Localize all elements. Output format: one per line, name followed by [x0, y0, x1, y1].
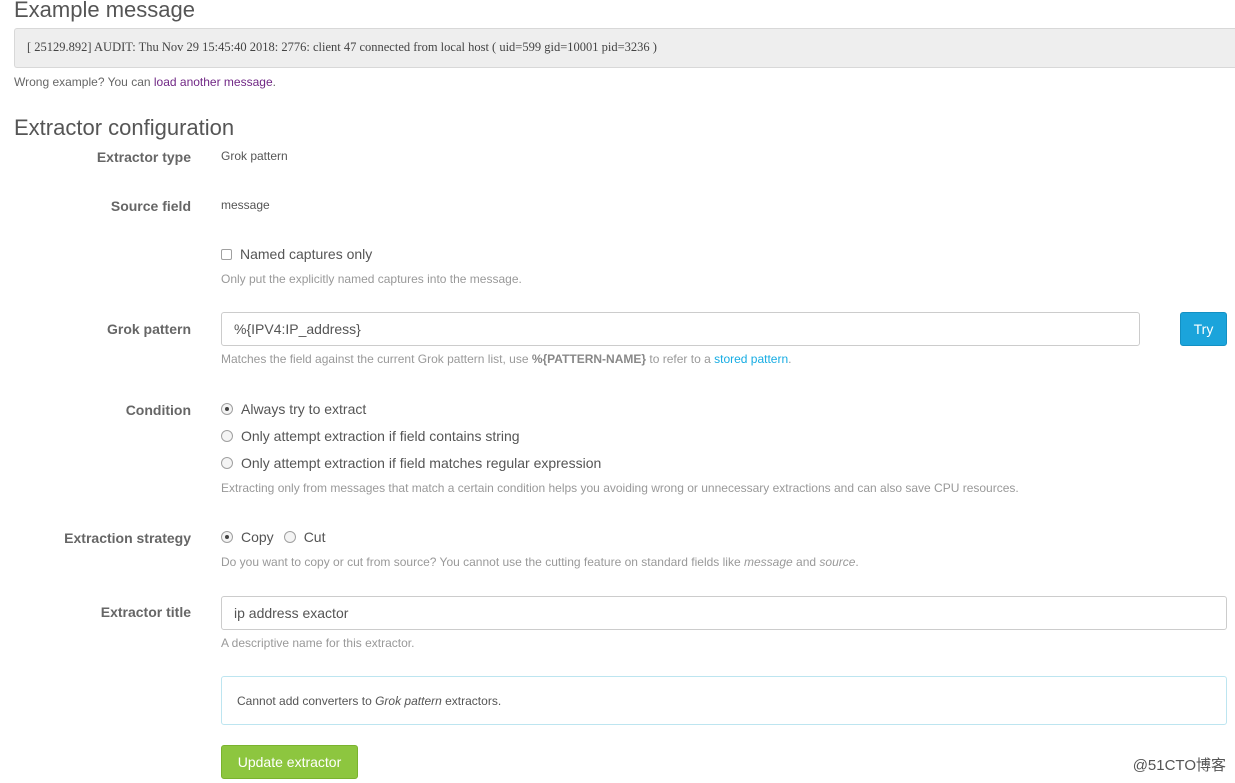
condition-option-regex[interactable]: Only attempt extraction if field matches… [221, 455, 601, 471]
grok-pattern-input[interactable] [221, 312, 1140, 346]
condition-help: Extracting only from messages that match… [221, 481, 1019, 495]
example-message-heading: Example message [14, 0, 195, 22]
condition-option-label: Only attempt extraction if field matches… [241, 455, 602, 471]
condition-radio-contains[interactable] [221, 430, 233, 442]
strategy-help-prefix: Do you want to copy or cut from source? … [221, 555, 744, 569]
source-field-value: message [221, 198, 270, 212]
named-captures-label: Named captures only [240, 246, 373, 262]
strategy-help-and: and [792, 555, 820, 569]
named-captures-checkbox[interactable] [221, 248, 232, 260]
strategy-radio-cut[interactable] [283, 531, 296, 543]
extractor-configuration-heading: Extractor configuration [14, 115, 235, 140]
strategy-help: Do you want to copy or cut from source? … [221, 555, 859, 569]
grok-pattern-help: Matches the field against the current Gr… [221, 352, 792, 366]
condition-option-always[interactable]: Always try to extract [221, 401, 366, 417]
strategy-help-message: message [743, 555, 793, 569]
condition-option-label: Only attempt extraction if field contain… [241, 428, 520, 444]
condition-radio-always[interactable] [221, 403, 233, 415]
extractor-title-help: A descriptive name for this extractor. [221, 636, 415, 650]
converters-notice-type: Grok pattern [375, 694, 442, 708]
named-captures-option[interactable]: Named captures only [221, 246, 372, 262]
grok-help-suffix: . [788, 352, 792, 366]
load-another-message-link[interactable]: load another message [154, 75, 273, 89]
extraction-strategy-label: Extraction strategy [64, 530, 191, 546]
extractor-title-label: Extractor title [100, 604, 191, 620]
condition-option-label: Always try to extract [241, 401, 367, 417]
strategy-option-cut-label: Cut [303, 529, 326, 545]
wrong-example-suffix: . [272, 75, 276, 89]
grok-help-pattern-name: %{PATTERN-NAME} [531, 352, 647, 366]
grok-help-prefix: Matches the field against the current Gr… [221, 352, 532, 366]
strategy-option-copy-label: Copy [241, 529, 274, 545]
stored-pattern-link[interactable]: stored pattern [714, 352, 788, 366]
update-extractor-button[interactable]: Update extractor [221, 745, 358, 779]
converters-notice: Cannot add converters to Grok pattern ex… [221, 676, 1227, 725]
condition-option-contains[interactable]: Only attempt extraction if field contain… [221, 428, 520, 444]
grok-pattern-label: Grok pattern [106, 321, 191, 337]
converters-notice-prefix: Cannot add converters to [237, 694, 376, 708]
strategy-options: Copy Cut [221, 529, 325, 545]
wrong-example-text: Wrong example? You can load another mess… [14, 75, 276, 89]
strategy-help-suffix: . [855, 555, 859, 569]
grok-help-middle: to refer to a [646, 352, 715, 366]
condition-label: Condition [125, 402, 191, 418]
watermark: @51CTO博客 [1132, 757, 1226, 774]
extractor-type-label: Extractor type [96, 149, 191, 165]
example-message-box: [ 25129.892] AUDIT: Thu Nov 29 15:45:40 … [14, 28, 1235, 68]
source-field-label: Source field [110, 198, 191, 214]
wrong-example-prefix: Wrong example? You can [14, 75, 154, 89]
converters-notice-suffix: extractors. [441, 694, 502, 708]
strategy-help-source: source [819, 555, 856, 569]
extractor-title-input[interactable] [221, 596, 1227, 630]
condition-radio-regex[interactable] [221, 457, 233, 469]
extractor-type-value: Grok pattern [221, 149, 288, 163]
try-button[interactable]: Try [1180, 312, 1227, 346]
strategy-radio-copy[interactable] [221, 531, 233, 543]
named-captures-help: Only put the explicitly named captures i… [221, 272, 522, 286]
